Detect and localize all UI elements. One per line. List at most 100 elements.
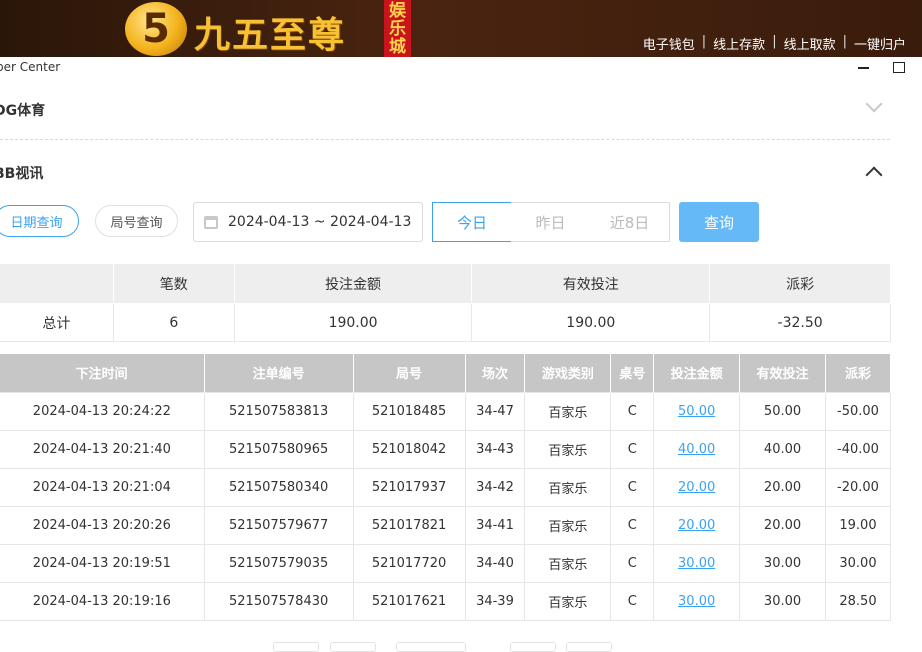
date-range-picker[interactable]: 2024-04-13 ~ 2024-04-13 bbox=[193, 202, 423, 242]
link-separator: | bbox=[772, 34, 777, 49]
chevron-down-icon[interactable] bbox=[865, 95, 883, 113]
table-row: 2024-04-13 20:24:22 521507583813 521018485… bbox=[0, 391, 892, 431]
column-header: 场次 bbox=[465, 354, 526, 392]
pager-button[interactable] bbox=[510, 642, 556, 652]
table-cell: 30.00 bbox=[824, 543, 892, 583]
today-button[interactable]: 今日 bbox=[432, 202, 512, 242]
table-cell: C bbox=[610, 505, 655, 545]
window-bar: ber Center bbox=[0, 57, 922, 79]
bet-detail-table: 下注时间 注单编号 局号 场次 游戏类别 桌号 投注金额 有效投注 派彩 202… bbox=[0, 354, 892, 621]
last-8-days-button[interactable]: 近8日 bbox=[590, 202, 670, 242]
link-consolidate[interactable]: 一键归户 bbox=[854, 34, 906, 53]
table-cell: C bbox=[610, 429, 655, 469]
table-cell: 20.00 bbox=[739, 505, 826, 545]
column-header: 注单编号 bbox=[204, 354, 354, 392]
query-button[interactable]: 查询 bbox=[679, 202, 759, 242]
table-row: 2024-04-13 20:21:40 521507580965 521018042… bbox=[0, 429, 892, 469]
pager-button[interactable] bbox=[273, 642, 319, 652]
table-cell: 2024-04-13 20:21:40 bbox=[0, 429, 205, 469]
header-banner: 5 九五至尊 娱乐城 电子钱包 | 线上存款 | 线上取款 | 一键归户 bbox=[0, 0, 922, 57]
window-title: ber Center bbox=[0, 60, 61, 74]
table-cell: 521017821 bbox=[352, 505, 466, 545]
logo-icon: 5 bbox=[125, 2, 187, 56]
column-header: 游戏类别 bbox=[524, 354, 612, 392]
pager-button[interactable] bbox=[566, 642, 612, 652]
column-header: 派彩 bbox=[825, 354, 892, 392]
bet-amount-link[interactable]: 30.00 bbox=[678, 556, 715, 571]
bet-amount-link[interactable]: 20.00 bbox=[678, 518, 715, 533]
link-wallet[interactable]: 电子钱包 bbox=[643, 34, 695, 53]
bet-amount-link[interactable]: 50.00 bbox=[678, 404, 715, 419]
maximize-icon[interactable] bbox=[893, 62, 905, 73]
pager-button[interactable] bbox=[396, 642, 466, 652]
table-cell: 2024-04-13 20:21:04 bbox=[0, 467, 205, 507]
table-cell: 34-42 bbox=[464, 467, 526, 507]
table-cell: C bbox=[610, 543, 655, 583]
date-query-button[interactable]: 日期查询 bbox=[0, 205, 79, 237]
top-links: 电子钱包 | 线上存款 | 线上取款 | 一键归户 bbox=[643, 34, 906, 53]
column-header: 局号 bbox=[353, 354, 466, 392]
calendar-icon bbox=[204, 215, 218, 229]
table-cell: 百家乐 bbox=[524, 505, 612, 545]
table-cell: 521017937 bbox=[352, 467, 466, 507]
yesterday-button[interactable]: 昨日 bbox=[511, 202, 591, 242]
table-cell: 19.00 bbox=[824, 505, 892, 545]
table-cell: 521507583813 bbox=[203, 391, 354, 431]
table-cell: 521018042 bbox=[352, 429, 466, 469]
table-cell: 34-41 bbox=[464, 505, 526, 545]
column-header: 投注金额 bbox=[653, 354, 741, 392]
summary-header: 投注金额 bbox=[233, 263, 473, 304]
table-cell: 50.00 bbox=[739, 391, 826, 431]
bet-amount-link[interactable]: 20.00 bbox=[678, 480, 715, 495]
table-row: 2024-04-13 20:21:04 521507580340 521017937… bbox=[0, 467, 892, 507]
summary-cell: 6 bbox=[112, 303, 235, 342]
link-separator: | bbox=[842, 34, 847, 49]
summary-header: 派彩 bbox=[709, 263, 891, 304]
table-cell: 521507579035 bbox=[203, 543, 354, 583]
table-cell: 20.00 bbox=[653, 467, 741, 507]
table-cell: 34-39 bbox=[464, 581, 526, 621]
section-dg-sports[interactable]: DG体育 bbox=[0, 90, 890, 140]
table-cell: 34-40 bbox=[464, 543, 526, 583]
table-cell: 521018485 bbox=[352, 391, 466, 431]
table-cell: -40.00 bbox=[824, 429, 892, 469]
minimize-icon[interactable] bbox=[858, 67, 869, 69]
table-cell: 28.50 bbox=[824, 581, 892, 621]
pager-button[interactable] bbox=[330, 642, 376, 652]
link-withdraw[interactable]: 线上取款 bbox=[784, 34, 836, 53]
column-header: 桌号 bbox=[610, 354, 655, 392]
table-cell: 2024-04-13 20:19:51 bbox=[0, 543, 205, 583]
logo-tag: 娱乐城 bbox=[384, 0, 411, 57]
bet-amount-link[interactable]: 40.00 bbox=[678, 442, 715, 457]
date-range-value: 2024-04-13 ~ 2024-04-13 bbox=[228, 214, 412, 230]
table-cell: 2024-04-13 20:20:26 bbox=[0, 505, 205, 545]
link-deposit[interactable]: 线上存款 bbox=[713, 34, 765, 53]
table-cell: 521507579677 bbox=[203, 505, 354, 545]
table-cell: -50.00 bbox=[824, 391, 892, 431]
round-query-button[interactable]: 局号查询 bbox=[95, 205, 178, 237]
summary-cell: 总计 bbox=[0, 303, 114, 342]
section-bb-live[interactable]: BB视讯 bbox=[0, 163, 890, 184]
bet-amount-link[interactable]: 30.00 bbox=[678, 594, 715, 609]
table-cell: 2024-04-13 20:24:22 bbox=[0, 391, 205, 431]
chevron-up-icon[interactable] bbox=[865, 166, 883, 184]
summary-cell: 190.00 bbox=[471, 303, 711, 342]
table-cell: 521507580965 bbox=[203, 429, 354, 469]
summary-header bbox=[0, 263, 114, 304]
table-cell: C bbox=[610, 581, 655, 621]
logo-text: 九五至尊 bbox=[194, 14, 347, 56]
table-cell: 百家乐 bbox=[524, 391, 612, 431]
column-header: 有效投注 bbox=[739, 354, 826, 392]
table-cell: 20.00 bbox=[739, 467, 826, 507]
table-row: 2024-04-13 20:19:51 521507579035 521017720… bbox=[0, 543, 892, 583]
table-cell: 20.00 bbox=[653, 505, 741, 545]
logo-digit: 5 bbox=[142, 6, 170, 52]
table-cell: -20.00 bbox=[824, 467, 892, 507]
table-cell: 521507580340 bbox=[203, 467, 354, 507]
table-cell: 34-47 bbox=[464, 391, 526, 431]
section-title: DG体育 bbox=[0, 103, 46, 119]
table-cell: 40.00 bbox=[653, 429, 741, 469]
table-cell: 40.00 bbox=[739, 429, 826, 469]
summary-cell: 190.00 bbox=[233, 303, 473, 342]
column-header: 下注时间 bbox=[0, 354, 205, 392]
